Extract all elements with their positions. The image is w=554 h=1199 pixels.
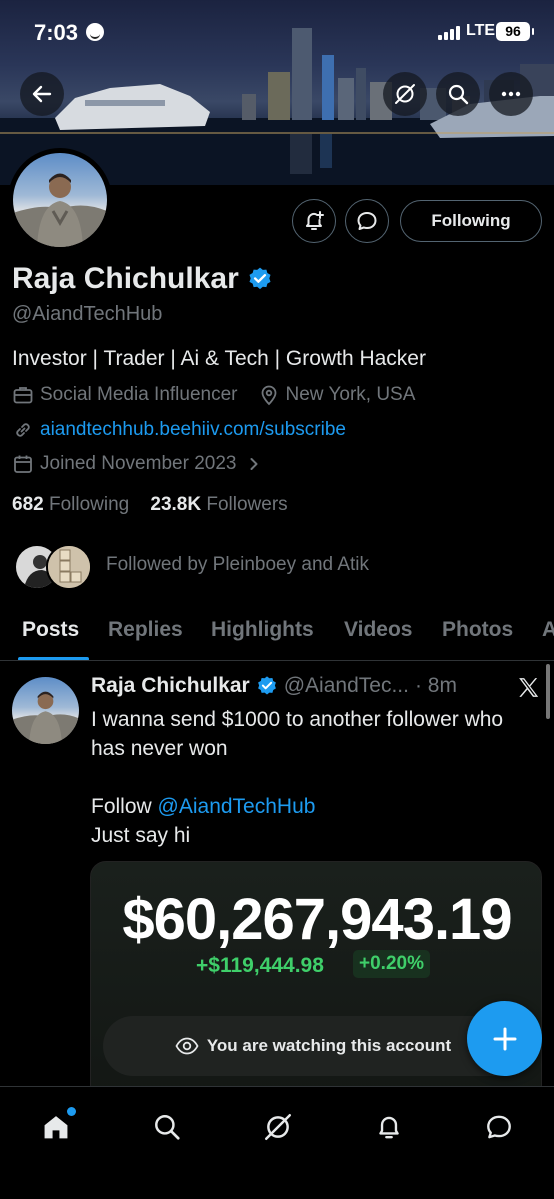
followers-count-link[interactable]: 23.8K Followers [150,494,287,515]
media-balance: $60,267,943.19 [122,887,512,952]
following-button[interactable]: Following [400,200,542,242]
location-pin-icon [261,385,276,406]
profile-website-row: aiandtechhub.beehiiv.com/subscribe [12,419,346,441]
follow-counts: 682 Following 23.8K Followers [12,494,288,516]
briefcase-icon [13,387,33,404]
post-author-handle[interactable]: @AiandTec... [284,674,409,698]
focus-smile-icon [86,23,104,41]
followed-by-text: Followed by Pleinboey and Atik [106,554,369,575]
nav-notifications[interactable] [367,1105,411,1149]
post-author-name[interactable]: Raja Chichulkar [91,674,250,698]
nav-search[interactable] [145,1105,189,1149]
post-author-avatar[interactable] [12,677,79,744]
profile-handle: @AiandTechHub [12,303,163,325]
profile-category: Social Media Influencer [40,384,238,405]
battery-icon: 96 [496,22,534,41]
tab-videos[interactable]: Videos [344,618,412,642]
media-gain: +$119,444.98 [196,954,324,977]
media-percent: +0.20% [353,950,430,978]
back-button[interactable] [20,72,64,116]
eye-icon [175,1037,199,1055]
compose-post-button[interactable] [467,1001,542,1076]
home-icon [44,1116,68,1139]
profile-tabs: Posts Replies Highlights Videos Photos A [0,606,554,661]
chat-bubble-icon [487,1115,511,1139]
signal-icon [438,26,460,40]
notifications-subscribe-button[interactable] [292,199,336,243]
grok-button[interactable] [383,72,427,116]
bottom-navigation [0,1086,554,1199]
profile-website-link[interactable]: aiandtechhub.beehiiv.com/subscribe [40,419,346,441]
verified-badge-icon[interactable] [247,266,273,292]
network-label: LTE [466,22,496,39]
post-text-line1: I wanna send $1000 to another follower w… [91,708,504,760]
avatar-photo [13,173,107,247]
follower-avatar-atik [46,544,92,590]
followers-label: Followers [206,494,288,515]
post-mention-link[interactable]: @AiandTechHub [158,795,316,818]
profile-bio: Investor | Trader | Ai & Tech | Growth H… [12,347,426,370]
grok-icon [264,1113,292,1141]
chevron-right-icon [250,458,258,470]
search-icon [448,84,469,105]
following-label: Following [48,494,130,515]
post-follow-line: Follow @AiandTechHub [91,792,521,821]
status-time: 7:03 [34,20,79,45]
following-count: 682 [12,494,44,515]
profile-joined-date: Joined November 2023 [40,453,237,474]
profile-name: Raja Chichulkar [12,262,239,295]
post-body: I wanna send $1000 to another follower w… [91,705,521,850]
home-notification-dot [67,1107,76,1116]
nav-home[interactable] [34,1105,78,1149]
back-arrow-icon [32,85,52,103]
post-follow-prefix: Follow [91,795,158,818]
tab-posts[interactable]: Posts [22,618,79,642]
more-dots-icon [501,91,521,97]
more-options-button[interactable] [489,72,533,116]
link-icon [16,423,30,437]
scrollbar[interactable] [546,664,550,719]
x-logo-icon[interactable] [516,675,541,700]
status-bar: 7:03 LTE 96 [0,18,554,48]
profile-meta-row: Social Media Influencer New York, USA [12,384,415,406]
tab-replies[interactable]: Replies [108,618,183,642]
nav-messages[interactable] [477,1105,521,1149]
calendar-icon [14,455,32,473]
search-icon [155,1115,180,1140]
profile-avatar[interactable] [8,148,112,252]
bell-plus-icon [306,211,324,230]
followers-count: 23.8K [150,494,202,515]
grok-icon [395,84,415,104]
chat-bubble-icon [357,212,377,230]
followed-by-row[interactable]: Followed by Pleinboey and Atik [12,542,532,592]
post-timestamp: · 8m [414,674,457,697]
bell-icon [379,1116,399,1139]
following-count-link[interactable]: 682 Following [12,494,129,515]
profile-joined-row[interactable]: Joined November 2023 [12,453,262,475]
message-button[interactable] [345,199,389,243]
profile-location: New York, USA [285,384,416,405]
plus-icon [493,1027,516,1050]
verified-badge-icon [257,676,276,695]
post-text-line3: Just say hi [91,824,191,847]
post-media-image[interactable]: $60,267,943.19 +$119,444.98 +0.20% You a… [90,861,542,1101]
tab-highlights[interactable]: Highlights [211,618,314,642]
profile-name-row: Raja Chichulkar [12,262,273,296]
active-tab-indicator [18,657,89,660]
media-watching-banner: You are watching this account [103,1016,523,1076]
media-watching-text: You are watching this account [206,1036,452,1055]
tab-photos[interactable]: Photos [442,618,513,642]
tab-articles-partial[interactable]: A [542,618,554,642]
nav-grok[interactable] [256,1105,300,1149]
post-header: Raja Chichulkar @AiandTec... · 8m [91,674,457,698]
search-button[interactable] [436,72,480,116]
